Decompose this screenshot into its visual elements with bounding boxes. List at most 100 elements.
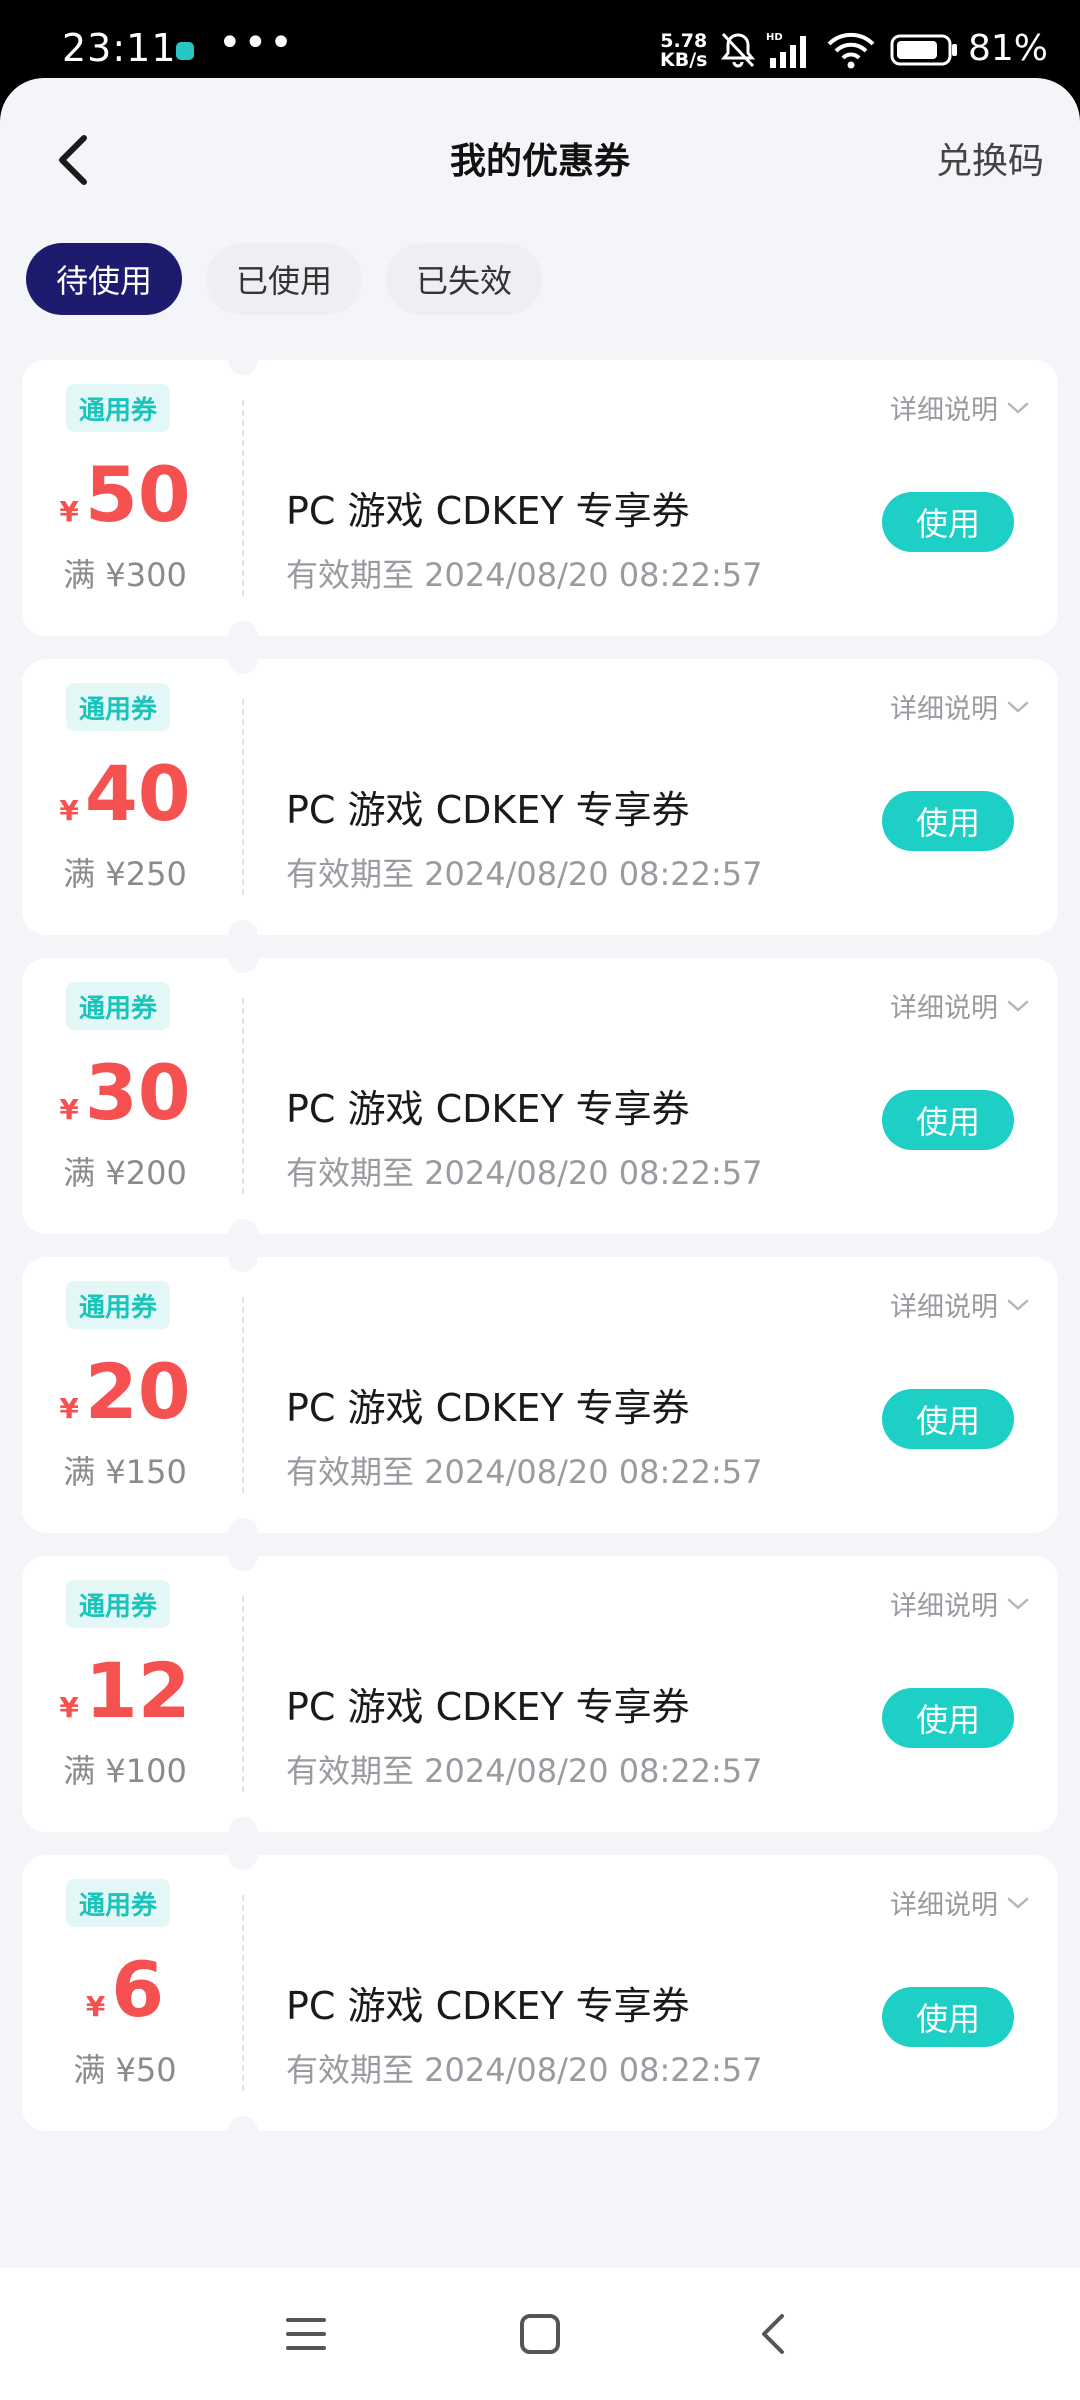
mute-bell-icon xyxy=(720,32,756,68)
coupon-card: 通用券 ¥50 满 ¥300 详细说明 PC 游戏 CDKEY 专享券 有效期至… xyxy=(22,345,1058,651)
coupon-title: PC 游戏 CDKEY 专享券 xyxy=(286,1685,690,1729)
network-speed: 5.78 KB/s xyxy=(660,32,707,70)
menu-icon[interactable] xyxy=(284,2312,328,2356)
amount-value: 20 xyxy=(84,1347,191,1436)
coupon-card: 通用券 ¥30 满 ¥200 详细说明 PC 游戏 CDKEY 专享券 有效期至… xyxy=(22,943,1058,1249)
coupon-expiry: 有效期至 2024/08/20 08:22:57 xyxy=(286,1752,763,1790)
coupon-badge: 通用券 xyxy=(66,683,171,731)
chevron-down-icon xyxy=(1007,1598,1029,1610)
ticket-divider xyxy=(242,699,244,895)
details-toggle[interactable]: 详细说明 xyxy=(890,1584,1030,1623)
coupon-title: PC 游戏 CDKEY 专享券 xyxy=(286,489,690,533)
coupon-title: PC 游戏 CDKEY 专享券 xyxy=(286,1087,690,1131)
more-notifications-icon: ••• xyxy=(218,20,295,66)
currency-symbol: ¥ xyxy=(59,794,79,827)
battery-icon xyxy=(890,34,957,66)
app-container: 我的优惠券 兑换码 待使用 已使用 已失效 通用券 ¥50 满 ¥300 详细说… xyxy=(0,78,1080,2268)
coupon-amount: ¥20 xyxy=(22,1347,228,1437)
details-label: 详细说明 xyxy=(890,694,998,725)
coupon-title: PC 游戏 CDKEY 专享券 xyxy=(286,788,690,832)
svg-text:HD: HD xyxy=(766,32,783,43)
details-toggle[interactable]: 详细说明 xyxy=(890,1285,1030,1324)
amount-value: 30 xyxy=(84,1048,191,1137)
coupon-list: 通用券 ¥50 满 ¥300 详细说明 PC 游戏 CDKEY 专享券 有效期至… xyxy=(22,345,1058,2154)
signal-icon: HD xyxy=(766,32,806,68)
use-coupon-button[interactable]: 使用 xyxy=(882,1688,1014,1748)
currency-symbol: ¥ xyxy=(59,495,79,528)
ticket-divider xyxy=(242,1297,244,1493)
amount-value: 50 xyxy=(84,450,191,539)
ticket-notch xyxy=(228,2116,258,2146)
coupon-badge: 通用券 xyxy=(66,1281,171,1329)
use-coupon-button[interactable]: 使用 xyxy=(882,492,1014,552)
currency-symbol: ¥ xyxy=(59,1691,79,1724)
coupon-amount: ¥30 xyxy=(22,1048,228,1138)
coupon-expiry: 有效期至 2024/08/20 08:22:57 xyxy=(286,1453,763,1491)
tab-pending[interactable]: 待使用 xyxy=(26,243,183,315)
ticket-divider xyxy=(242,1596,244,1792)
system-nav-bar xyxy=(0,2268,1080,2400)
chevron-down-icon xyxy=(1007,402,1029,414)
ticket-notch xyxy=(228,943,258,973)
coupon-minimum: 满 ¥250 xyxy=(63,855,187,893)
chevron-down-icon xyxy=(1007,701,1029,713)
ticket-notch xyxy=(228,644,258,674)
use-coupon-button[interactable]: 使用 xyxy=(882,1389,1014,1449)
wifi-icon xyxy=(827,32,875,69)
coupon-expiry: 有效期至 2024/08/20 08:22:57 xyxy=(286,2051,763,2089)
coupon-expiry: 有效期至 2024/08/20 08:22:57 xyxy=(286,1154,763,1192)
coupon-title: PC 游戏 CDKEY 专享券 xyxy=(286,1386,690,1430)
coupon-expiry: 有效期至 2024/08/20 08:22:57 xyxy=(286,556,763,594)
coupon-minimum: 满 ¥200 xyxy=(63,1154,187,1192)
details-label: 详细说明 xyxy=(890,1890,998,1921)
ticket-divider xyxy=(242,998,244,1194)
coupon-amount: ¥50 xyxy=(22,450,228,540)
coupon-amount: ¥12 xyxy=(22,1646,228,1736)
coupon-minimum: 满 ¥50 xyxy=(73,2051,177,2089)
coupon-expiry: 有效期至 2024/08/20 08:22:57 xyxy=(286,855,763,893)
tab-expired[interactable]: 已失效 xyxy=(386,243,543,315)
network-speed-unit: KB/s xyxy=(660,49,708,71)
use-coupon-button[interactable]: 使用 xyxy=(882,1090,1014,1150)
details-toggle[interactable]: 详细说明 xyxy=(890,388,1030,427)
redeem-code-button[interactable]: 兑换码 xyxy=(936,132,1044,184)
nav-bar: 我的优惠券 兑换码 xyxy=(0,78,1080,228)
amount-value: 6 xyxy=(111,1945,165,2034)
currency-symbol: ¥ xyxy=(59,1093,79,1126)
coupon-amount: ¥6 xyxy=(22,1945,228,2035)
ticket-notch xyxy=(228,1242,258,1272)
coupon-badge: 通用券 xyxy=(66,384,171,432)
coupon-title: PC 游戏 CDKEY 专享券 xyxy=(286,1984,690,2028)
chevron-down-icon xyxy=(1007,1000,1029,1012)
ticket-notch xyxy=(228,1541,258,1571)
coupon-status-tabs: 待使用 已使用 已失效 xyxy=(26,243,543,315)
details-label: 详细说明 xyxy=(890,993,998,1024)
home-square-icon[interactable] xyxy=(518,2312,562,2356)
coupon-minimum: 满 ¥150 xyxy=(63,1453,187,1491)
coupon-card: 通用券 ¥6 满 ¥50 详细说明 PC 游戏 CDKEY 专享券 有效期至 2… xyxy=(22,1840,1058,2146)
details-label: 详细说明 xyxy=(890,1292,998,1323)
details-toggle[interactable]: 详细说明 xyxy=(890,986,1030,1025)
screen: 23:11 ••• 5.78 KB/s HD 81% 我的优惠券 兑换码 待使用… xyxy=(0,0,1080,2400)
ticket-divider xyxy=(242,400,244,596)
details-toggle[interactable]: 详细说明 xyxy=(890,1883,1030,1922)
coupon-card: 通用券 ¥12 满 ¥100 详细说明 PC 游戏 CDKEY 专享券 有效期至… xyxy=(22,1541,1058,1847)
currency-symbol: ¥ xyxy=(59,1392,79,1425)
details-label: 详细说明 xyxy=(890,395,998,426)
currency-symbol: ¥ xyxy=(85,1990,106,2023)
app-notification-icon xyxy=(176,42,194,60)
use-coupon-button[interactable]: 使用 xyxy=(882,791,1014,851)
use-coupon-button[interactable]: 使用 xyxy=(882,1987,1014,2047)
ticket-notch xyxy=(228,345,258,375)
chevron-down-icon xyxy=(1007,1299,1029,1311)
coupon-minimum: 满 ¥100 xyxy=(63,1752,187,1790)
page-title: 我的优惠券 xyxy=(449,141,630,182)
ticket-divider xyxy=(242,1895,244,2091)
status-bar: 23:11 ••• 5.78 KB/s HD 81% xyxy=(0,0,1080,78)
back-arrow-icon[interactable] xyxy=(752,2312,796,2356)
tab-used[interactable]: 已使用 xyxy=(206,243,363,315)
details-toggle[interactable]: 详细说明 xyxy=(890,687,1030,726)
details-label: 详细说明 xyxy=(890,1591,998,1622)
ticket-notch xyxy=(228,1840,258,1870)
coupon-badge: 通用券 xyxy=(66,982,171,1030)
